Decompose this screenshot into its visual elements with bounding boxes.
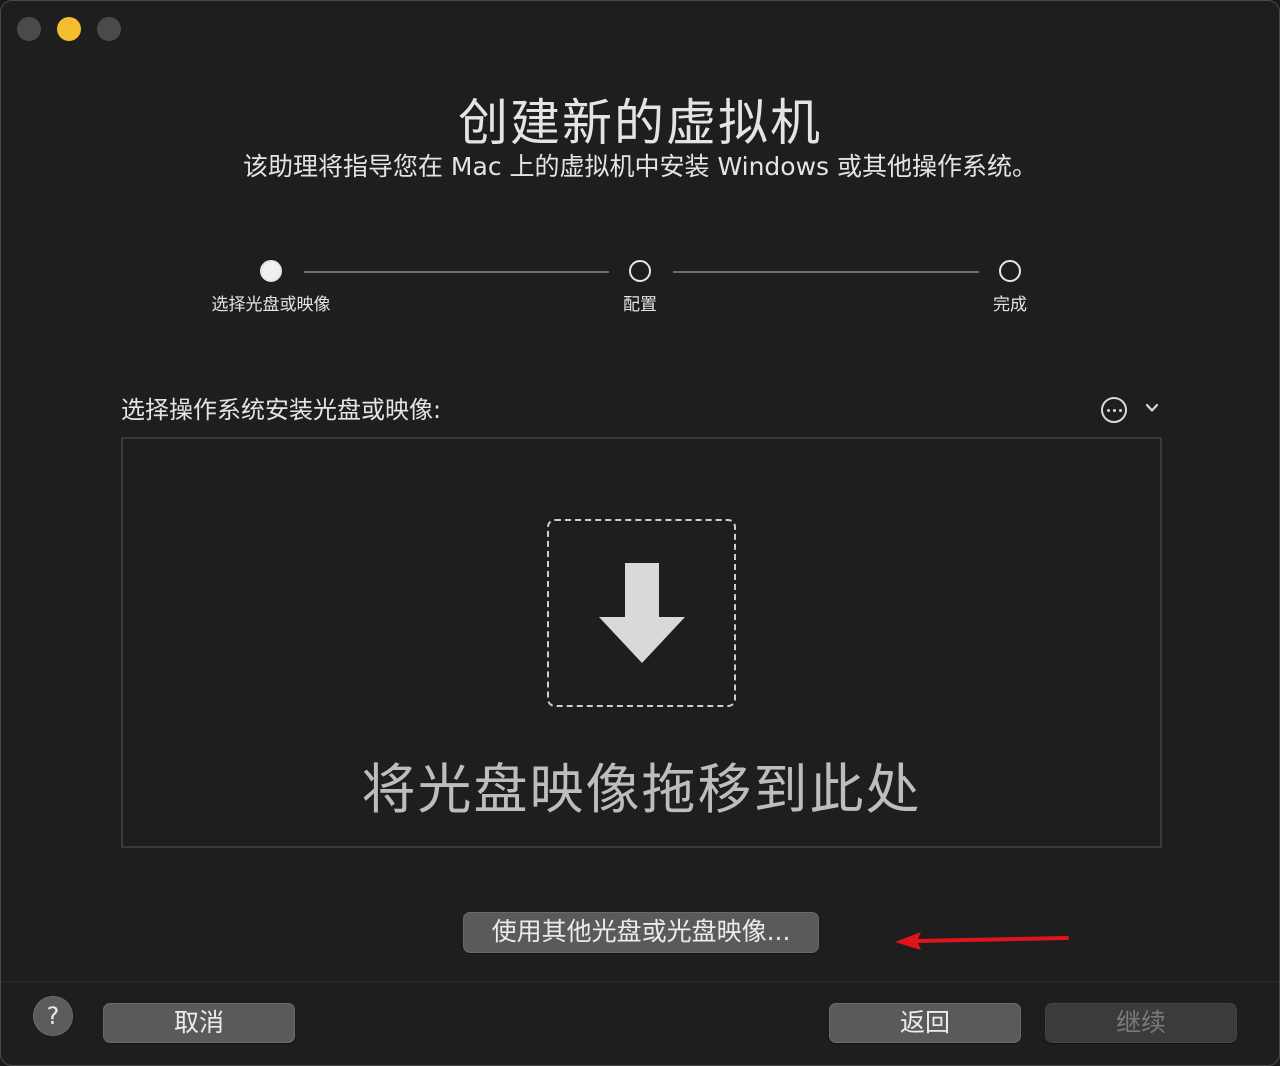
page-title: 创建新的虚拟机 bbox=[458, 94, 822, 152]
step-label-select-disc: 选择光盘或映像 bbox=[211, 295, 331, 315]
page-subtitle: 该助理将指导您在 Mac 上的虚拟机中安装 Windows 或其他操作系统。 bbox=[242, 152, 1038, 181]
step-label-configure: 配置 bbox=[623, 295, 657, 315]
download-arrow-icon bbox=[599, 563, 685, 663]
chevron-down-icon[interactable] bbox=[1145, 401, 1159, 415]
help-button[interactable]: ? bbox=[33, 996, 73, 1036]
red-annotation-arrow-icon bbox=[895, 932, 1069, 950]
use-other-disc-button[interactable]: 使用其他光盘或光盘映像... bbox=[463, 912, 819, 953]
minimize-window-button[interactable] bbox=[57, 17, 81, 41]
close-window-button[interactable] bbox=[17, 17, 41, 41]
zoom-window-button[interactable] bbox=[97, 17, 121, 41]
step-indicator-active bbox=[260, 260, 282, 282]
continue-button[interactable]: 继续 bbox=[1045, 1003, 1237, 1043]
step-indicator bbox=[629, 260, 651, 282]
cancel-button[interactable]: 取消 bbox=[103, 1003, 295, 1043]
source-label: 选择操作系统安装光盘或映像: bbox=[121, 396, 442, 424]
more-options-icon[interactable] bbox=[1101, 397, 1127, 423]
footer-divider bbox=[1, 981, 1279, 982]
back-button[interactable]: 返回 bbox=[829, 1003, 1021, 1043]
step-connector bbox=[304, 271, 609, 273]
step-label-finish: 完成 bbox=[993, 295, 1027, 315]
new-vm-assistant-window: 创建新的虚拟机 该助理将指导您在 Mac 上的虚拟机中安装 Windows 或其… bbox=[0, 0, 1280, 1066]
step-indicator bbox=[999, 260, 1021, 282]
step-connector bbox=[673, 271, 979, 273]
drop-zone-text: 将光盘映像拖移到此处 bbox=[361, 758, 922, 821]
